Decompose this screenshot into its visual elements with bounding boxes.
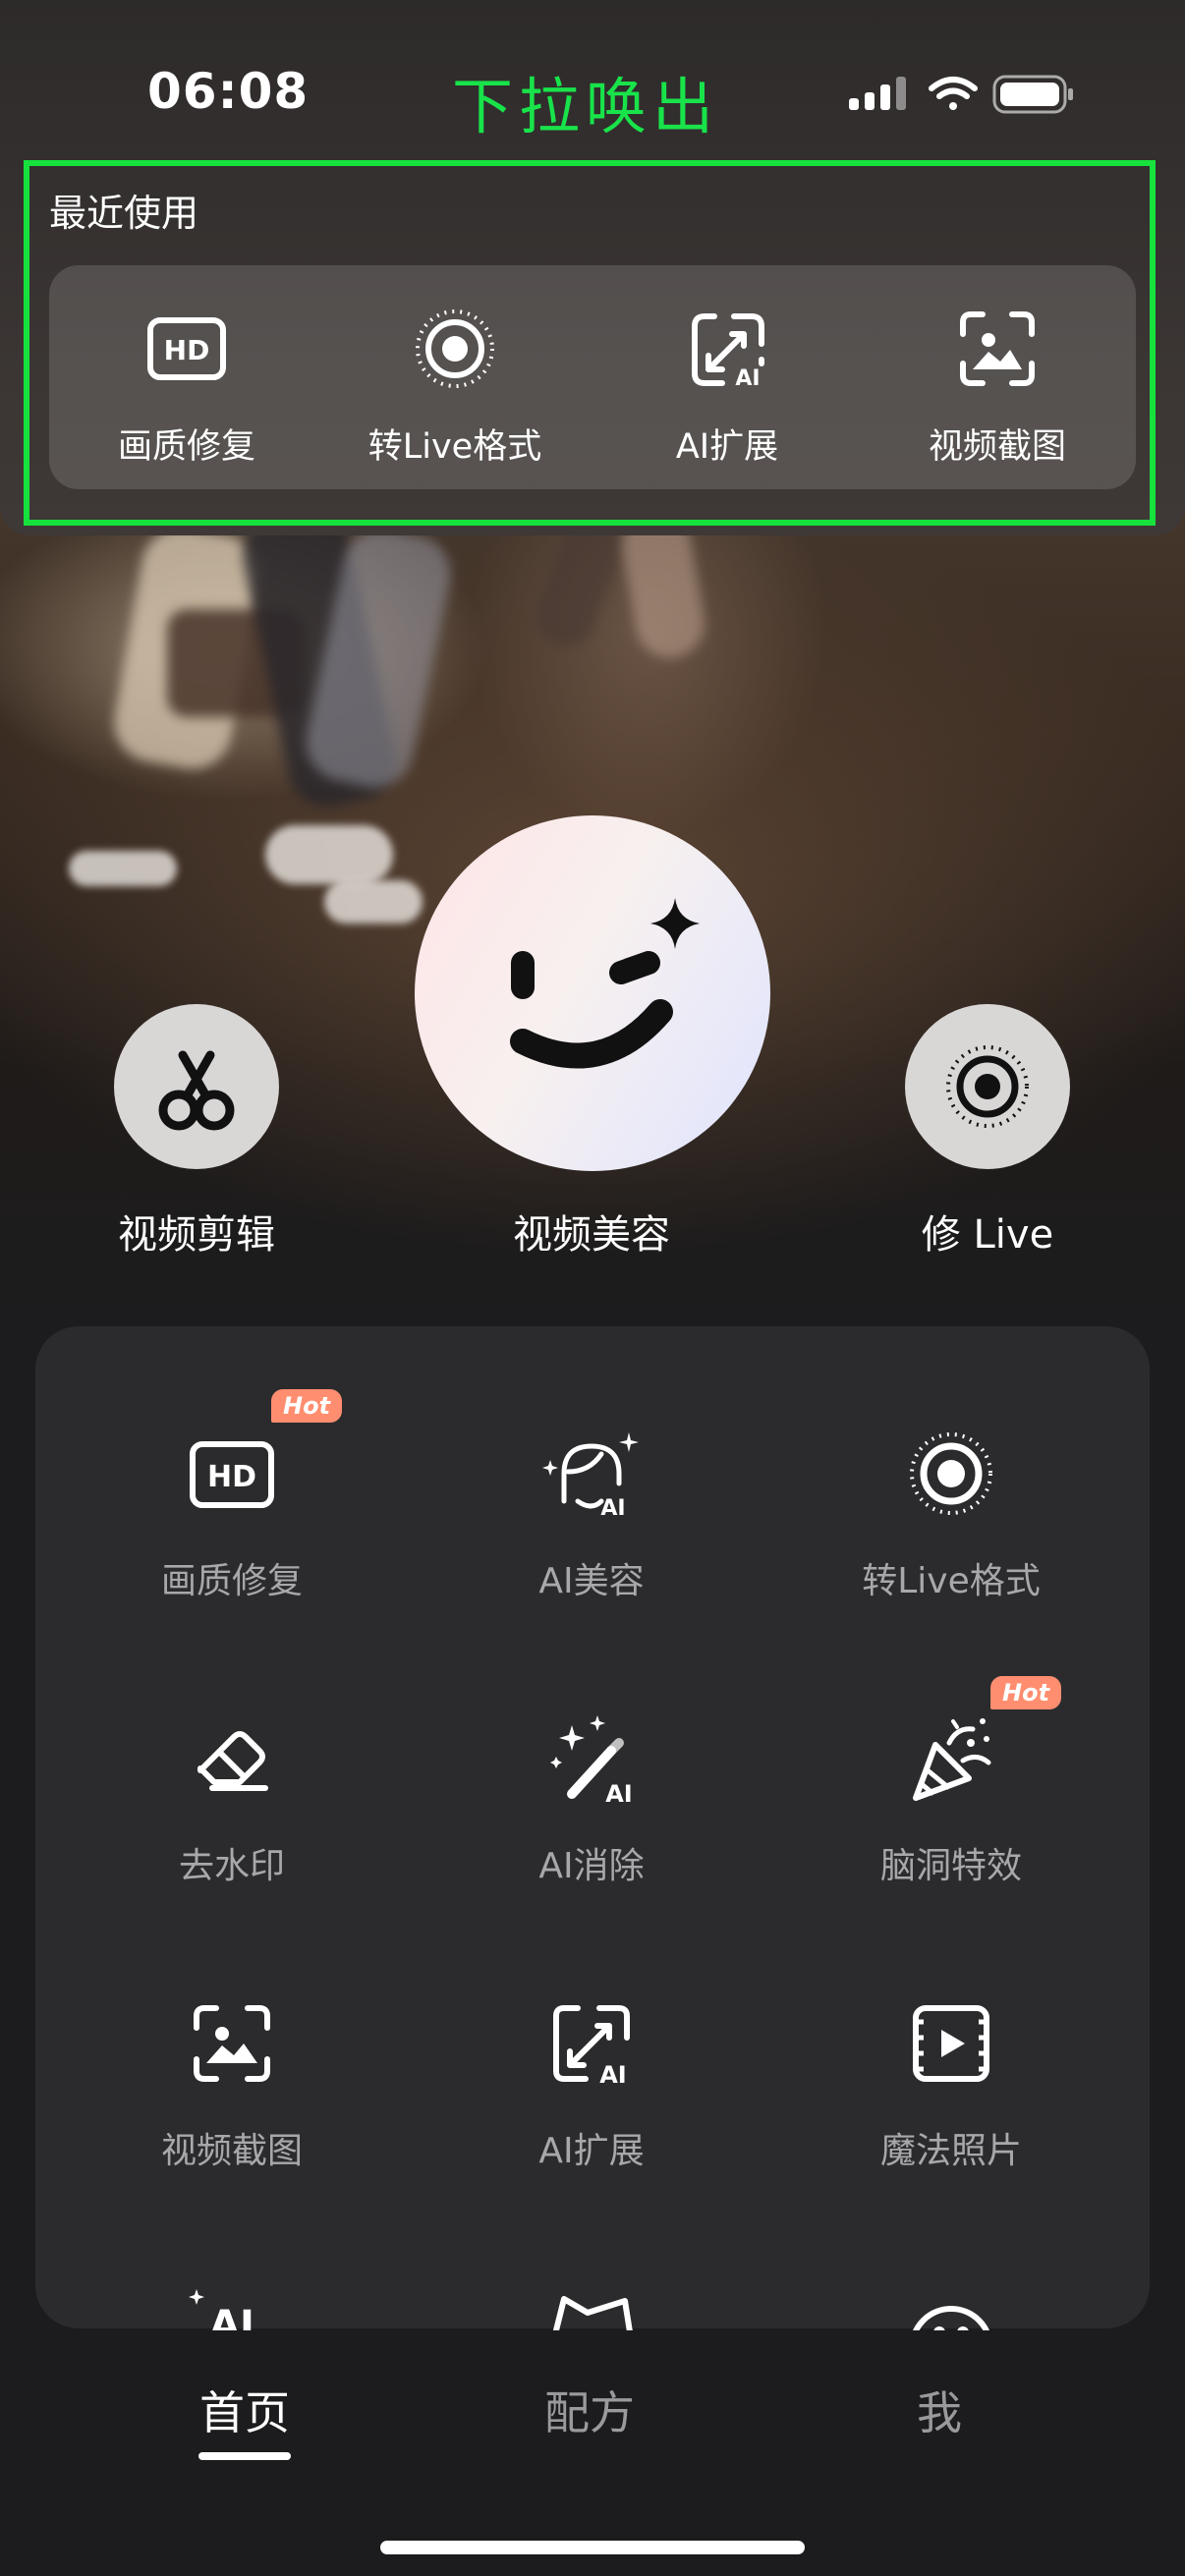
scissors-icon (158, 1050, 235, 1131)
video-beauty-button[interactable] (415, 815, 770, 1171)
fix-live-button[interactable] (905, 1004, 1070, 1169)
video-screenshot-icon (960, 311, 1035, 386)
signal-icon (849, 77, 906, 110)
live-photo-icon (946, 1045, 1029, 1128)
face-icon (910, 2306, 992, 2338)
tab-me[interactable]: 我 (841, 2378, 1038, 2442)
tool-brain-effects[interactable]: 脑洞特效 (804, 1709, 1099, 1888)
tool-label: 视频截图 (160, 2131, 303, 2171)
video-edit-label: 视频剪辑 (118, 1212, 275, 1258)
recent-item-live[interactable]: 转Live格式 (327, 305, 583, 469)
magic-wand-icon: AI (550, 1715, 633, 1808)
svg-text:AI: AI (735, 366, 760, 391)
svg-text:AI: AI (605, 1780, 633, 1808)
recent-item-label: 转Live格式 (367, 427, 542, 467)
svg-text:HD: HD (207, 1460, 256, 1494)
hot-badge: Hot (990, 1676, 1062, 1709)
tool-ai-beauty[interactable]: AI AI美容 (444, 1425, 739, 1603)
recent-item-video-screenshot[interactable]: 视频截图 (870, 305, 1125, 469)
recent-item-label: AI扩展 (675, 427, 779, 467)
mask-icon (551, 2296, 634, 2338)
tab-recipes[interactable]: 配方 (491, 2378, 688, 2442)
recent-item-hd[interactable]: HD 画质修复 (59, 305, 314, 469)
status-icons (849, 75, 1073, 114)
tool-label: 转Live格式 (862, 1561, 1041, 1601)
recent-item-label: 视频截图 (928, 427, 1066, 467)
video-edit-button[interactable] (114, 1004, 279, 1169)
tab-bar (0, 2330, 1185, 2576)
tool-ai-erase[interactable]: AI AI消除 (444, 1709, 739, 1888)
recent-item-label: 画质修复 (117, 427, 255, 467)
svg-text:AI: AI (600, 1496, 625, 1521)
svg-text:HD: HD (164, 334, 210, 366)
hot-badge: Hot (271, 1389, 343, 1423)
live-photo-icon (416, 309, 494, 388)
ai-portrait-icon: AI (189, 2289, 254, 2338)
tool-ai-expand[interactable]: AI AI扩展 (444, 1994, 739, 2173)
wifi-icon (929, 77, 978, 110)
hd-icon: HD (190, 1441, 274, 1508)
eraser-icon (198, 1731, 268, 1791)
fix-live-label: 修 Live (921, 1212, 1054, 1258)
tool-magic-photo[interactable]: 魔法照片 (804, 1994, 1099, 2173)
tool-label: AI美容 (538, 1561, 645, 1601)
tab-home[interactable]: 首页 (146, 2378, 343, 2442)
tool-live-format[interactable]: 转Live格式 (804, 1425, 1099, 1603)
live-photo-icon (910, 1432, 992, 1515)
status-time: 06:08 (147, 63, 310, 120)
tool-label: 魔法照片 (879, 2131, 1022, 2171)
active-tab-indicator (198, 2452, 291, 2460)
tool-hd-repair[interactable]: HD 画质修复 (85, 1425, 379, 1603)
battery-icon (992, 75, 1073, 114)
recent-item-ai-expand[interactable]: AI AI扩展 (599, 305, 855, 469)
tool-remove-watermark[interactable]: 去水印 (85, 1709, 379, 1888)
home-indicator (380, 2541, 805, 2554)
tool-video-screenshot[interactable]: 视频截图 (85, 1994, 379, 2173)
ai-face-icon: AI (542, 1432, 639, 1521)
ai-expand-icon: AI (692, 313, 764, 391)
ai-expand-icon: AI (553, 2005, 630, 2089)
svg-text:AI: AI (599, 2061, 627, 2089)
wink-face-icon (510, 898, 700, 1069)
tool-label: 脑洞特效 (879, 1846, 1022, 1886)
tool-label: 去水印 (178, 1846, 285, 1886)
hd-icon: HD (147, 317, 226, 380)
tool-label: AI消除 (538, 1846, 645, 1886)
video-screenshot-icon (194, 2005, 270, 2082)
magic-photo-icon (913, 2005, 989, 2082)
tool-label: 画质修复 (160, 1561, 303, 1601)
party-popper-icon (913, 1718, 991, 1801)
tool-label: AI扩展 (538, 2131, 645, 2171)
video-beauty-label: 视频美容 (513, 1212, 670, 1258)
pull-down-hint: 下拉唤出 (452, 71, 720, 142)
recent-title: 最近使用 (49, 192, 199, 235)
